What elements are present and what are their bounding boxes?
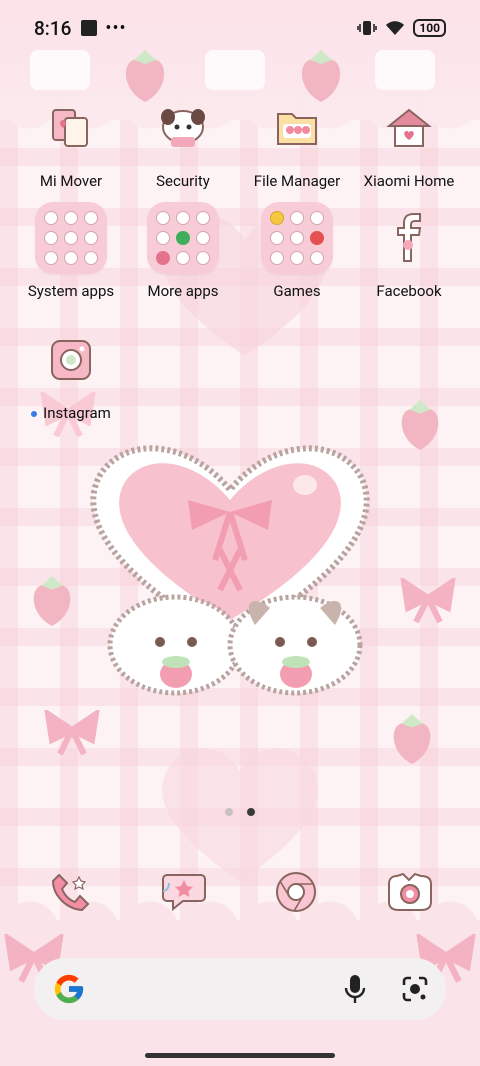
camera-icon <box>388 872 432 911</box>
wallpaper-bow-icon <box>400 578 456 624</box>
xiaomi-home-icon <box>373 92 445 164</box>
new-app-dot <box>31 411 38 418</box>
folder-icon <box>147 202 219 274</box>
page-dot-active[interactable] <box>247 808 255 816</box>
folder-label: Games <box>273 282 321 300</box>
google-icon[interactable] <box>52 972 86 1006</box>
app-facebook[interactable]: Facebook <box>352 202 466 300</box>
dock <box>0 864 480 918</box>
app-instagram[interactable]: Instagram <box>14 324 128 422</box>
folder-icon <box>261 202 333 274</box>
folder-more-apps[interactable]: More apps <box>126 202 240 300</box>
app-label: Facebook <box>376 282 442 300</box>
folder-system-apps[interactable]: System apps <box>14 202 128 300</box>
app-label: Security <box>156 172 210 190</box>
dock-chrome[interactable] <box>268 864 324 920</box>
wallpaper-cake-slice <box>205 50 265 90</box>
facebook-icon <box>373 202 445 274</box>
wallpaper-cake-slice <box>375 50 435 90</box>
app-file-manager[interactable]: File Manager <box>240 92 354 190</box>
folder-label: More apps <box>147 282 219 300</box>
messages-icon <box>162 874 206 912</box>
google-search-bar[interactable] <box>34 958 446 1020</box>
wallpaper-heart-illustration <box>90 445 370 696</box>
app-label: File Manager <box>253 172 341 190</box>
chrome-icon <box>276 872 316 912</box>
wallpaper-strawberry-icon <box>393 714 431 764</box>
app-xiaomi-home[interactable]: Xiaomi Home <box>352 92 466 190</box>
file-manager-icon <box>261 92 333 164</box>
wifi-icon <box>386 21 405 35</box>
folder-games[interactable]: Games <box>240 202 354 300</box>
folder-label: System apps <box>27 282 115 300</box>
folder-icon <box>35 202 107 274</box>
notification-square-icon <box>81 20 98 36</box>
wallpaper-bow-icon <box>44 710 100 756</box>
app-label: Instagram <box>14 404 128 422</box>
instagram-icon <box>35 324 107 396</box>
security-icon <box>147 92 219 164</box>
mi-mover-icon <box>35 92 107 164</box>
page-indicator[interactable] <box>0 808 480 816</box>
lens-icon[interactable] <box>402 976 428 1002</box>
status-bar: 8:16 ••• 100 <box>0 0 480 56</box>
dock-phone[interactable] <box>42 864 98 920</box>
dock-camera[interactable] <box>382 864 438 920</box>
wallpaper-cake-slice <box>30 50 90 90</box>
wallpaper-strawberry-icon <box>33 576 71 626</box>
app-label: Mi Mover <box>39 172 103 190</box>
wallpaper-strawberry-icon <box>401 400 439 450</box>
app-mi-mover[interactable]: Mi Mover <box>14 92 128 190</box>
vibrate-icon <box>357 21 378 35</box>
microphone-icon[interactable] <box>344 974 366 1004</box>
app-security[interactable]: Security <box>126 92 240 190</box>
battery-indicator: 100 <box>413 19 446 37</box>
gesture-home-bar[interactable] <box>145 1053 335 1058</box>
dock-messages[interactable] <box>156 864 212 920</box>
phone-icon <box>51 873 90 912</box>
app-label: Xiaomi Home <box>363 172 455 190</box>
page-dot[interactable] <box>225 808 233 816</box>
status-time: 8:16 <box>34 16 72 40</box>
more-notifications-icon: ••• <box>105 17 127 39</box>
